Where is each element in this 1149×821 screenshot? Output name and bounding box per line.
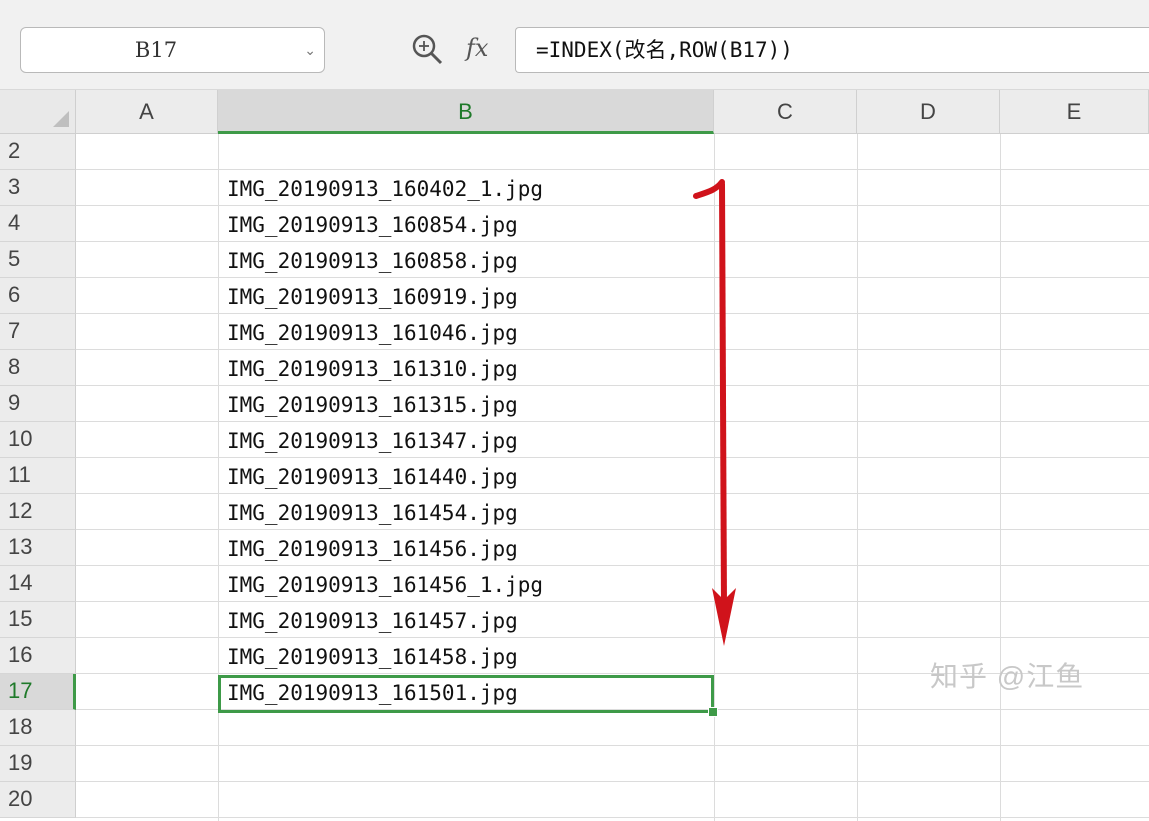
red-arrow-annotation <box>693 179 736 646</box>
cell-b5[interactable]: IMG_20190913_160858.jpg <box>227 242 518 278</box>
row-header-10[interactable]: 10 <box>0 422 76 458</box>
row-header-16[interactable]: 16 <box>0 638 76 674</box>
cell-b10[interactable]: IMG_20190913_161347.jpg <box>227 422 518 458</box>
cell-b9[interactable]: IMG_20190913_161315.jpg <box>227 386 518 422</box>
row-header-15[interactable]: 15 <box>0 602 76 638</box>
cell-b7[interactable]: IMG_20190913_161046.jpg <box>227 314 518 350</box>
formula-input[interactable]: =INDEX(改名,ROW(B17)) <box>515 27 1149 73</box>
column-header-e[interactable]: E <box>1000 90 1149 134</box>
cell-b8[interactable]: IMG_20190913_161310.jpg <box>227 350 518 386</box>
gridline <box>76 781 1149 782</box>
select-all-corner[interactable] <box>0 90 76 134</box>
fill-handle[interactable] <box>708 707 718 717</box>
cell-b4[interactable]: IMG_20190913_160854.jpg <box>227 206 518 242</box>
cell-b15[interactable]: IMG_20190913_161457.jpg <box>227 602 518 638</box>
formula-text: =INDEX(改名,ROW(B17)) <box>536 38 793 62</box>
row-header-5[interactable]: 5 <box>0 242 76 278</box>
cell-b3[interactable]: IMG_20190913_160402_1.jpg <box>227 170 543 206</box>
zoom-search-icon[interactable] <box>410 32 444 66</box>
fx-icon[interactable]: fx <box>466 28 488 68</box>
row-header-6[interactable]: 6 <box>0 278 76 314</box>
active-cell-border[interactable] <box>218 675 714 713</box>
name-box[interactable]: B17 ⌄ <box>20 27 325 73</box>
gridline <box>218 134 219 821</box>
row-header-18[interactable]: 18 <box>0 710 76 746</box>
row-header-12[interactable]: 12 <box>0 494 76 530</box>
row-header-3[interactable]: 3 <box>0 170 76 206</box>
gridline <box>1000 134 1001 821</box>
row-header-14[interactable]: 14 <box>0 566 76 602</box>
column-header-a[interactable]: A <box>76 90 218 134</box>
row-header-9[interactable]: 9 <box>0 386 76 422</box>
row-header-11[interactable]: 11 <box>0 458 76 494</box>
column-header-c[interactable]: C <box>714 90 857 134</box>
row-header-8[interactable]: 8 <box>0 350 76 386</box>
column-header-d[interactable]: D <box>857 90 1000 134</box>
cell-b13[interactable]: IMG_20190913_161456.jpg <box>227 530 518 566</box>
row-header-20[interactable]: 20 <box>0 782 76 818</box>
cell-b14[interactable]: IMG_20190913_161456_1.jpg <box>227 566 543 602</box>
row-header-17[interactable]: 17 <box>0 674 76 710</box>
gridline <box>76 745 1149 746</box>
row-header-2[interactable]: 2 <box>0 134 76 170</box>
gridline <box>857 134 858 821</box>
cell-b16[interactable]: IMG_20190913_161458.jpg <box>227 638 518 674</box>
cell-b6[interactable]: IMG_20190913_160919.jpg <box>227 278 518 314</box>
cell-b11[interactable]: IMG_20190913_161440.jpg <box>227 458 518 494</box>
watermark-text: 知乎 @江鱼 <box>930 661 1085 692</box>
row-header-19[interactable]: 19 <box>0 746 76 782</box>
formula-bar: B17 ⌄ fx =INDEX(改名,ROW(B17)) <box>0 0 1149 90</box>
chevron-down-icon[interactable]: ⌄ <box>304 28 316 72</box>
gridline <box>76 817 1149 818</box>
row-header-4[interactable]: 4 <box>0 206 76 242</box>
cell-b12[interactable]: IMG_20190913_161454.jpg <box>227 494 518 530</box>
spreadsheet-grid: A B C D E 2 3 IMG_20190913_160402_1.jpg 4 IM… <box>0 90 1149 821</box>
row-header-7[interactable]: 7 <box>0 314 76 350</box>
row-header-13[interactable]: 13 <box>0 530 76 566</box>
name-box-value: B17 <box>134 38 178 62</box>
column-header-b[interactable]: B <box>218 90 714 134</box>
